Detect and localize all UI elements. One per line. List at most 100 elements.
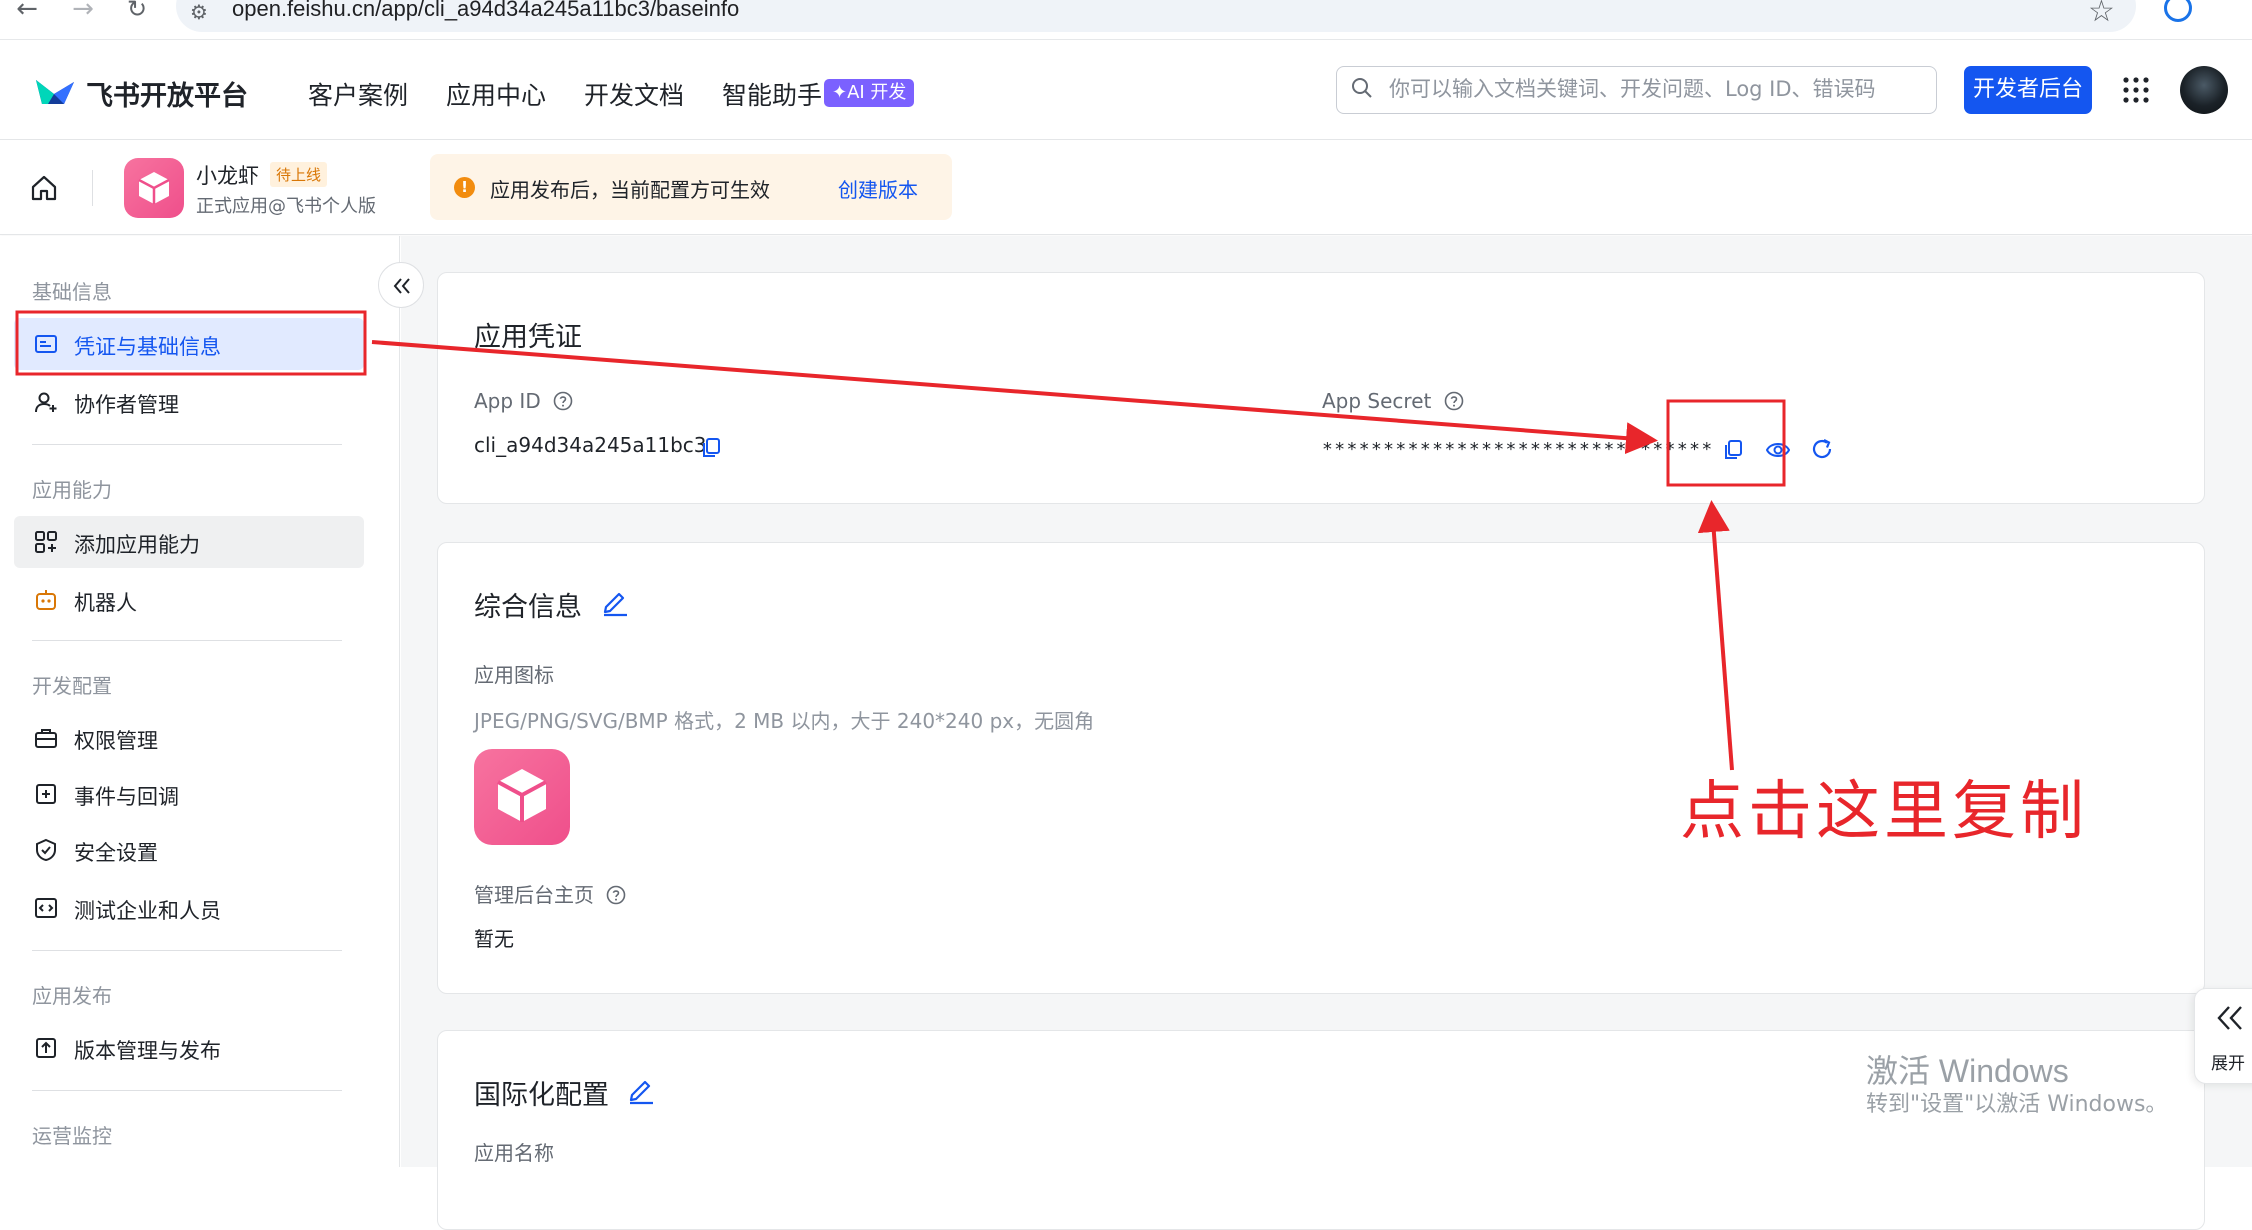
copy-secret-icon[interactable] xyxy=(1722,439,1744,461)
sidebar-item-test-users[interactable]: 测试企业和人员 xyxy=(14,882,364,934)
apps-grid-icon[interactable] xyxy=(2122,76,2150,104)
divider xyxy=(32,950,342,951)
cube-icon xyxy=(497,769,547,822)
card-title: 应用凭证 xyxy=(474,322,582,353)
event-icon xyxy=(36,784,56,804)
sidebar-item-add-capability[interactable]: 添加应用能力 xyxy=(14,516,364,568)
user-add-icon xyxy=(35,392,57,413)
admin-home-label: 管理后台主页 xyxy=(474,879,626,908)
briefcase-icon xyxy=(35,729,57,748)
publish-notice: ! 应用发布后，当前配置方可生效 创建版本 xyxy=(430,154,952,220)
divider xyxy=(92,170,93,206)
sidebar-item-permissions[interactable]: 权限管理 xyxy=(14,712,364,764)
sidebar-item-versions[interactable]: 版本管理与发布 xyxy=(14,1022,364,1074)
card-title: 综合信息 xyxy=(474,592,582,623)
top-navigation: 飞书开放平台 客户案例 应用中心 开发文档 智能助手 ✦AI 开发 开发者后台 xyxy=(0,42,2252,140)
app-header: 小龙虾 待上线 正式应用@飞书个人版 ! 应用发布后，当前配置方可生效 创建版本 xyxy=(0,140,2252,235)
sidebar-item-robot[interactable]: 机器人 xyxy=(14,574,364,626)
sidebar-item-label: 安全设置 xyxy=(74,841,158,865)
sidebar-item-credentials[interactable]: 凭证与基础信息 xyxy=(14,318,364,370)
sidebar-item-label: 事件与回调 xyxy=(74,785,179,809)
windows-activation-hint: 转到"设置"以激活 Windows。 xyxy=(1866,1092,2168,1117)
browser-profile-icon[interactable] xyxy=(2164,0,2192,22)
sidebar-item-label: 协作者管理 xyxy=(74,393,179,417)
admin-home-label-text: 管理后台主页 xyxy=(474,883,594,907)
sidebar-item-label: 权限管理 xyxy=(74,729,158,753)
sidebar-item-label: 机器人 xyxy=(74,591,137,615)
nav-customer-cases[interactable]: 客户案例 xyxy=(308,76,408,112)
upload-icon xyxy=(36,1038,56,1058)
app-icon-preview[interactable] xyxy=(474,749,570,845)
help-icon[interactable] xyxy=(1444,391,1464,411)
site-info-icon[interactable]: ⚙ xyxy=(190,0,208,24)
double-chevron-left-icon xyxy=(393,278,410,294)
brand-name[interactable]: 飞书开放平台 xyxy=(86,74,248,113)
search-input[interactable] xyxy=(1389,77,1919,101)
section-title-basic: 基础信息 xyxy=(32,280,112,304)
app-id-value: cli_a94d34a245a11bc3 xyxy=(474,433,707,457)
create-version-link[interactable]: 创建版本 xyxy=(838,174,918,203)
divider xyxy=(32,1090,342,1091)
section-title-publish: 应用发布 xyxy=(32,984,112,1008)
nav-app-center[interactable]: 应用中心 xyxy=(446,76,546,112)
credentials-card: 应用凭证 App ID cli_a94d34a245a11bc3 App Sec… xyxy=(437,272,2205,504)
back-arrow-icon[interactable]: ← xyxy=(10,0,44,22)
help-icon[interactable] xyxy=(553,391,573,411)
eye-icon[interactable] xyxy=(1766,439,1790,461)
grid-plus-icon xyxy=(35,531,57,553)
card-title: 国际化配置 xyxy=(474,1080,609,1111)
sidebar-item-label: 版本管理与发布 xyxy=(74,1039,221,1063)
app-name: 小龙虾 xyxy=(196,164,259,188)
status-badge: 待上线 xyxy=(270,162,328,187)
expand-label: 展开 xyxy=(2211,1054,2245,1074)
edit-icon[interactable] xyxy=(626,1075,656,1105)
nav-dev-docs[interactable]: 开发文档 xyxy=(584,76,684,112)
id-card-icon xyxy=(35,335,57,353)
notice-text: 应用发布后，当前配置方可生效 xyxy=(490,178,770,202)
collapse-sidebar-button[interactable] xyxy=(378,262,424,308)
bookmark-star-icon[interactable]: ☆ xyxy=(2088,0,2115,29)
warning-icon: ! xyxy=(454,177,475,198)
sidebar-item-label: 测试企业和人员 xyxy=(74,899,221,923)
icon-label: 应用图标 xyxy=(474,663,554,687)
search-icon xyxy=(1352,78,1372,98)
ai-dev-badge[interactable]: ✦AI 开发 xyxy=(824,79,915,107)
sidebar-item-label: 添加应用能力 xyxy=(74,533,200,557)
copy-icon[interactable] xyxy=(700,437,722,459)
code-icon xyxy=(35,898,57,918)
shield-icon xyxy=(36,838,56,862)
icon-hint: JPEG/PNG/SVG/BMP 格式，2 MB 以内，大于 240*240 p… xyxy=(474,709,1095,733)
search-box[interactable] xyxy=(1336,66,1937,114)
sidebar-item-label: 凭证与基础信息 xyxy=(74,335,221,359)
app-secret-label: App Secret xyxy=(1322,389,1464,413)
reload-icon[interactable]: ↻ xyxy=(120,0,154,22)
sidebar-item-security[interactable]: 安全设置 xyxy=(14,824,364,876)
section-title-capabilities: 应用能力 xyxy=(32,478,112,502)
nav-ai-assistant[interactable]: 智能助手 xyxy=(722,76,822,112)
robot-icon xyxy=(36,590,56,610)
expand-panel-button[interactable]: 展开 xyxy=(2194,988,2252,1084)
refresh-icon[interactable] xyxy=(1810,437,1834,461)
app-name-label: 应用名称 xyxy=(474,1141,554,1165)
help-icon[interactable] xyxy=(606,885,626,905)
cube-icon xyxy=(138,172,170,204)
feishu-logo-icon[interactable] xyxy=(34,74,76,108)
sidebar-item-collaborators[interactable]: 协作者管理 xyxy=(14,376,364,428)
admin-home-value: 暂无 xyxy=(474,927,514,951)
app-icon xyxy=(124,158,184,218)
section-title-monitoring: 运营监控 xyxy=(32,1124,112,1148)
app-id-label-text: App ID xyxy=(474,389,541,413)
double-chevron-left-icon xyxy=(2217,1006,2242,1030)
user-avatar[interactable] xyxy=(2180,66,2228,114)
url-text[interactable]: open.feishu.cn/app/cli_a94d34a245a11bc3/… xyxy=(232,0,739,22)
edit-icon[interactable] xyxy=(600,587,630,617)
developer-console-button[interactable]: 开发者后台 xyxy=(1964,66,2092,114)
sidebar-item-events[interactable]: 事件与回调 xyxy=(14,768,364,820)
divider xyxy=(32,640,342,641)
home-icon[interactable] xyxy=(30,174,58,202)
app-subtitle: 正式应用@飞书个人版 xyxy=(196,196,376,217)
divider xyxy=(32,444,342,445)
forward-arrow-icon[interactable]: → xyxy=(66,0,100,22)
app-secret-value: ******************************** xyxy=(1322,439,1714,460)
app-secret-label-text: App Secret xyxy=(1322,389,1432,413)
